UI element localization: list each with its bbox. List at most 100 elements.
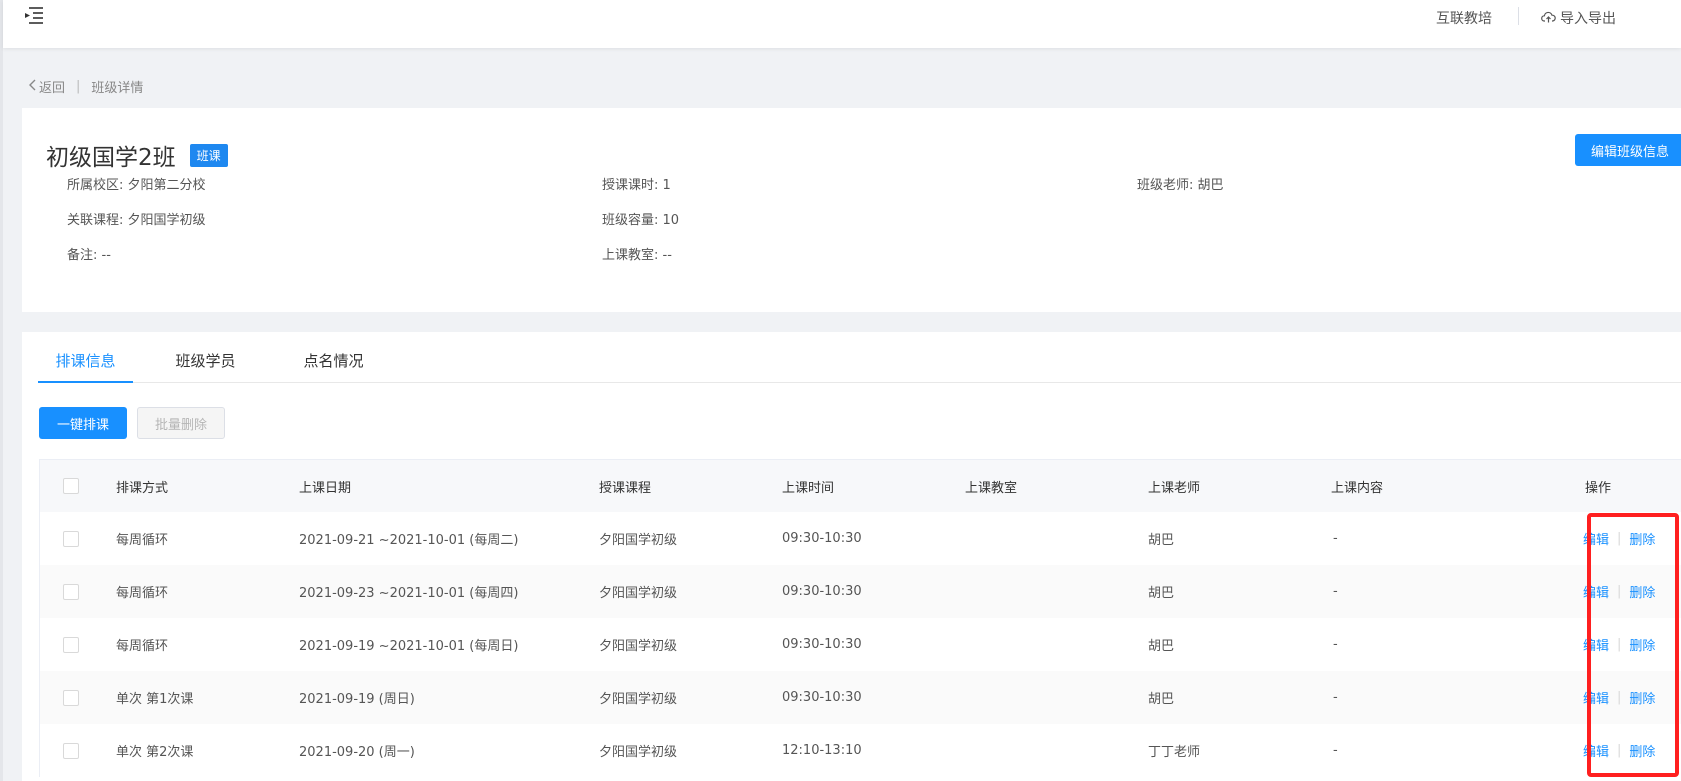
cell-method: 单次 第2次课 bbox=[116, 745, 194, 760]
row-checkbox[interactable] bbox=[63, 689, 79, 706]
top-bar: 互联教培 导入导出 bbox=[3, 0, 1681, 48]
back-label: 返回 bbox=[39, 81, 66, 96]
edit-link[interactable]: 编辑 bbox=[1583, 582, 1609, 601]
schedule-card: 排课信息 班级学员 点名情况 一键排课 批量删除 排课方式 上课日期 授课课程 … bbox=[22, 332, 1681, 781]
cell-time: 09:30-10:30 bbox=[782, 690, 862, 705]
table-row: 每周循环 2021-09-19 ~2021-10-01 (每周日) 夕阳国学初级… bbox=[40, 618, 1681, 671]
table-header: 排课方式 上课日期 授课课程 上课时间 上课教室 上课老师 上课内容 操作 bbox=[40, 460, 1681, 512]
info-course: 关联课程: 夕阳国学初级 bbox=[67, 213, 206, 228]
row-checkbox[interactable] bbox=[63, 583, 79, 600]
cell-course: 夕阳国学初级 bbox=[599, 639, 678, 654]
cell-course: 夕阳国学初级 bbox=[599, 533, 678, 548]
tab-schedule-info[interactable]: 排课信息 bbox=[38, 350, 133, 383]
schedule-table: 排课方式 上课日期 授课课程 上课时间 上课教室 上课老师 上课内容 操作 每周… bbox=[39, 459, 1681, 777]
table-row: 每周循环 2021-09-23 ~2021-10-01 (每周四) 夕阳国学初级… bbox=[40, 565, 1681, 618]
cell-ops: 编辑 | 删除 bbox=[1583, 671, 1655, 724]
class-type-badge: 班课 bbox=[189, 143, 228, 167]
header-content: 上课内容 bbox=[1331, 480, 1384, 496]
cell-content: - bbox=[1333, 584, 1338, 599]
chevron-left-icon bbox=[28, 79, 37, 95]
header-ops: 操作 bbox=[1585, 480, 1612, 496]
edit-link[interactable]: 编辑 bbox=[1583, 529, 1609, 548]
op-separator: | bbox=[1617, 690, 1622, 705]
breadcrumb-separator: | bbox=[76, 79, 81, 94]
op-separator: | bbox=[1617, 637, 1622, 652]
cell-teacher: 胡巴 bbox=[1148, 533, 1175, 548]
cell-date: 2021-09-19 (周日) bbox=[299, 692, 415, 707]
cell-teacher: 胡巴 bbox=[1148, 639, 1175, 654]
cell-course: 夕阳国学初级 bbox=[599, 745, 678, 760]
cell-ops: 编辑 | 删除 bbox=[1583, 618, 1655, 671]
cell-time: 09:30-10:30 bbox=[782, 531, 862, 546]
cell-teacher: 胡巴 bbox=[1148, 586, 1175, 601]
cell-teacher: 丁丁老师 bbox=[1148, 745, 1201, 760]
op-separator: | bbox=[1617, 743, 1622, 758]
op-separator: | bbox=[1617, 584, 1622, 599]
header-method: 排课方式 bbox=[116, 480, 169, 496]
select-all-cell bbox=[63, 460, 79, 512]
edit-link[interactable]: 编辑 bbox=[1583, 635, 1609, 654]
info-teacher: 班级老师: 胡巴 bbox=[1137, 178, 1224, 193]
batch-delete-button[interactable]: 批量删除 bbox=[137, 407, 225, 439]
info-capacity: 班级容量: 10 bbox=[602, 213, 680, 228]
cell-time: 12:10-13:10 bbox=[782, 743, 862, 758]
header-time: 上课时间 bbox=[782, 480, 835, 496]
header-date: 上课日期 bbox=[299, 480, 352, 496]
edit-link[interactable]: 编辑 bbox=[1583, 688, 1609, 707]
info-note: 备注: -- bbox=[67, 248, 111, 263]
cell-method: 每周循环 bbox=[116, 586, 169, 601]
info-hours: 授课课时: 1 bbox=[602, 178, 671, 193]
cell-method: 单次 第1次课 bbox=[116, 692, 194, 707]
cloud-upload-icon bbox=[1541, 10, 1556, 27]
op-separator: | bbox=[1617, 531, 1622, 546]
edit-class-button[interactable]: 编辑班级信息 bbox=[1575, 134, 1681, 166]
import-export-link[interactable]: 导入导出 bbox=[1541, 8, 1616, 28]
row-checkbox-cell bbox=[63, 671, 79, 724]
breadcrumb-current: 班级详情 bbox=[91, 81, 144, 96]
row-checkbox-cell bbox=[63, 724, 79, 777]
row-checkbox[interactable] bbox=[63, 530, 79, 547]
delete-link[interactable]: 删除 bbox=[1629, 635, 1655, 654]
cell-time: 09:30-10:30 bbox=[782, 584, 862, 599]
cell-course: 夕阳国学初级 bbox=[599, 692, 678, 707]
cell-time: 09:30-10:30 bbox=[782, 637, 862, 652]
cell-date: 2021-09-21 ~2021-10-01 (每周二) bbox=[299, 533, 519, 548]
delete-link[interactable]: 删除 bbox=[1629, 741, 1655, 760]
cell-date: 2021-09-20 (周一) bbox=[299, 745, 415, 760]
cell-ops: 编辑 | 删除 bbox=[1583, 724, 1655, 777]
cell-method: 每周循环 bbox=[116, 639, 169, 654]
cell-course: 夕阳国学初级 bbox=[599, 586, 678, 601]
row-checkbox-cell bbox=[63, 618, 79, 671]
cell-content: - bbox=[1333, 531, 1338, 546]
back-link[interactable]: 返回 bbox=[28, 77, 65, 96]
row-checkbox-cell bbox=[63, 512, 79, 565]
topbar-divider bbox=[1518, 7, 1519, 25]
table-row: 单次 第1次课 2021-09-19 (周日) 夕阳国学初级 09:30-10:… bbox=[40, 671, 1681, 724]
cell-content: - bbox=[1333, 743, 1338, 758]
edit-link[interactable]: 编辑 bbox=[1583, 741, 1609, 760]
delete-link[interactable]: 删除 bbox=[1629, 529, 1655, 548]
menu-fold-icon[interactable] bbox=[23, 4, 45, 24]
info-classroom: 上课教室: -- bbox=[602, 248, 672, 263]
left-edge bbox=[0, 0, 3, 781]
select-all-checkbox[interactable] bbox=[63, 478, 79, 494]
cell-content: - bbox=[1333, 690, 1338, 705]
school-name-link[interactable]: 互联教培 bbox=[1436, 8, 1492, 28]
delete-link[interactable]: 删除 bbox=[1629, 582, 1655, 601]
auto-schedule-button[interactable]: 一键排课 bbox=[39, 407, 127, 439]
table-row: 每周循环 2021-09-21 ~2021-10-01 (每周二) 夕阳国学初级… bbox=[40, 512, 1681, 565]
delete-link[interactable]: 删除 bbox=[1629, 688, 1655, 707]
breadcrumb: 返回 | 班级详情 bbox=[28, 77, 143, 96]
tab-attendance[interactable]: 点名情况 bbox=[286, 350, 381, 383]
cell-content: - bbox=[1333, 637, 1338, 652]
row-checkbox[interactable] bbox=[63, 742, 79, 759]
cell-ops: 编辑 | 删除 bbox=[1583, 512, 1655, 565]
header-course: 授课课程 bbox=[599, 480, 652, 496]
row-checkbox[interactable] bbox=[63, 636, 79, 653]
tab-class-students[interactable]: 班级学员 bbox=[158, 350, 253, 383]
class-info-card: 初级国学2班 班课 编辑班级信息 所属校区: 夕阳第二分校 授课课时: 1 班级… bbox=[22, 108, 1681, 312]
import-export-label: 导入导出 bbox=[1560, 11, 1616, 27]
tab-bar: 排课信息 班级学员 点名情况 bbox=[38, 350, 1681, 383]
header-teacher: 上课老师 bbox=[1148, 480, 1201, 496]
cell-date: 2021-09-23 ~2021-10-01 (每周四) bbox=[299, 586, 519, 601]
